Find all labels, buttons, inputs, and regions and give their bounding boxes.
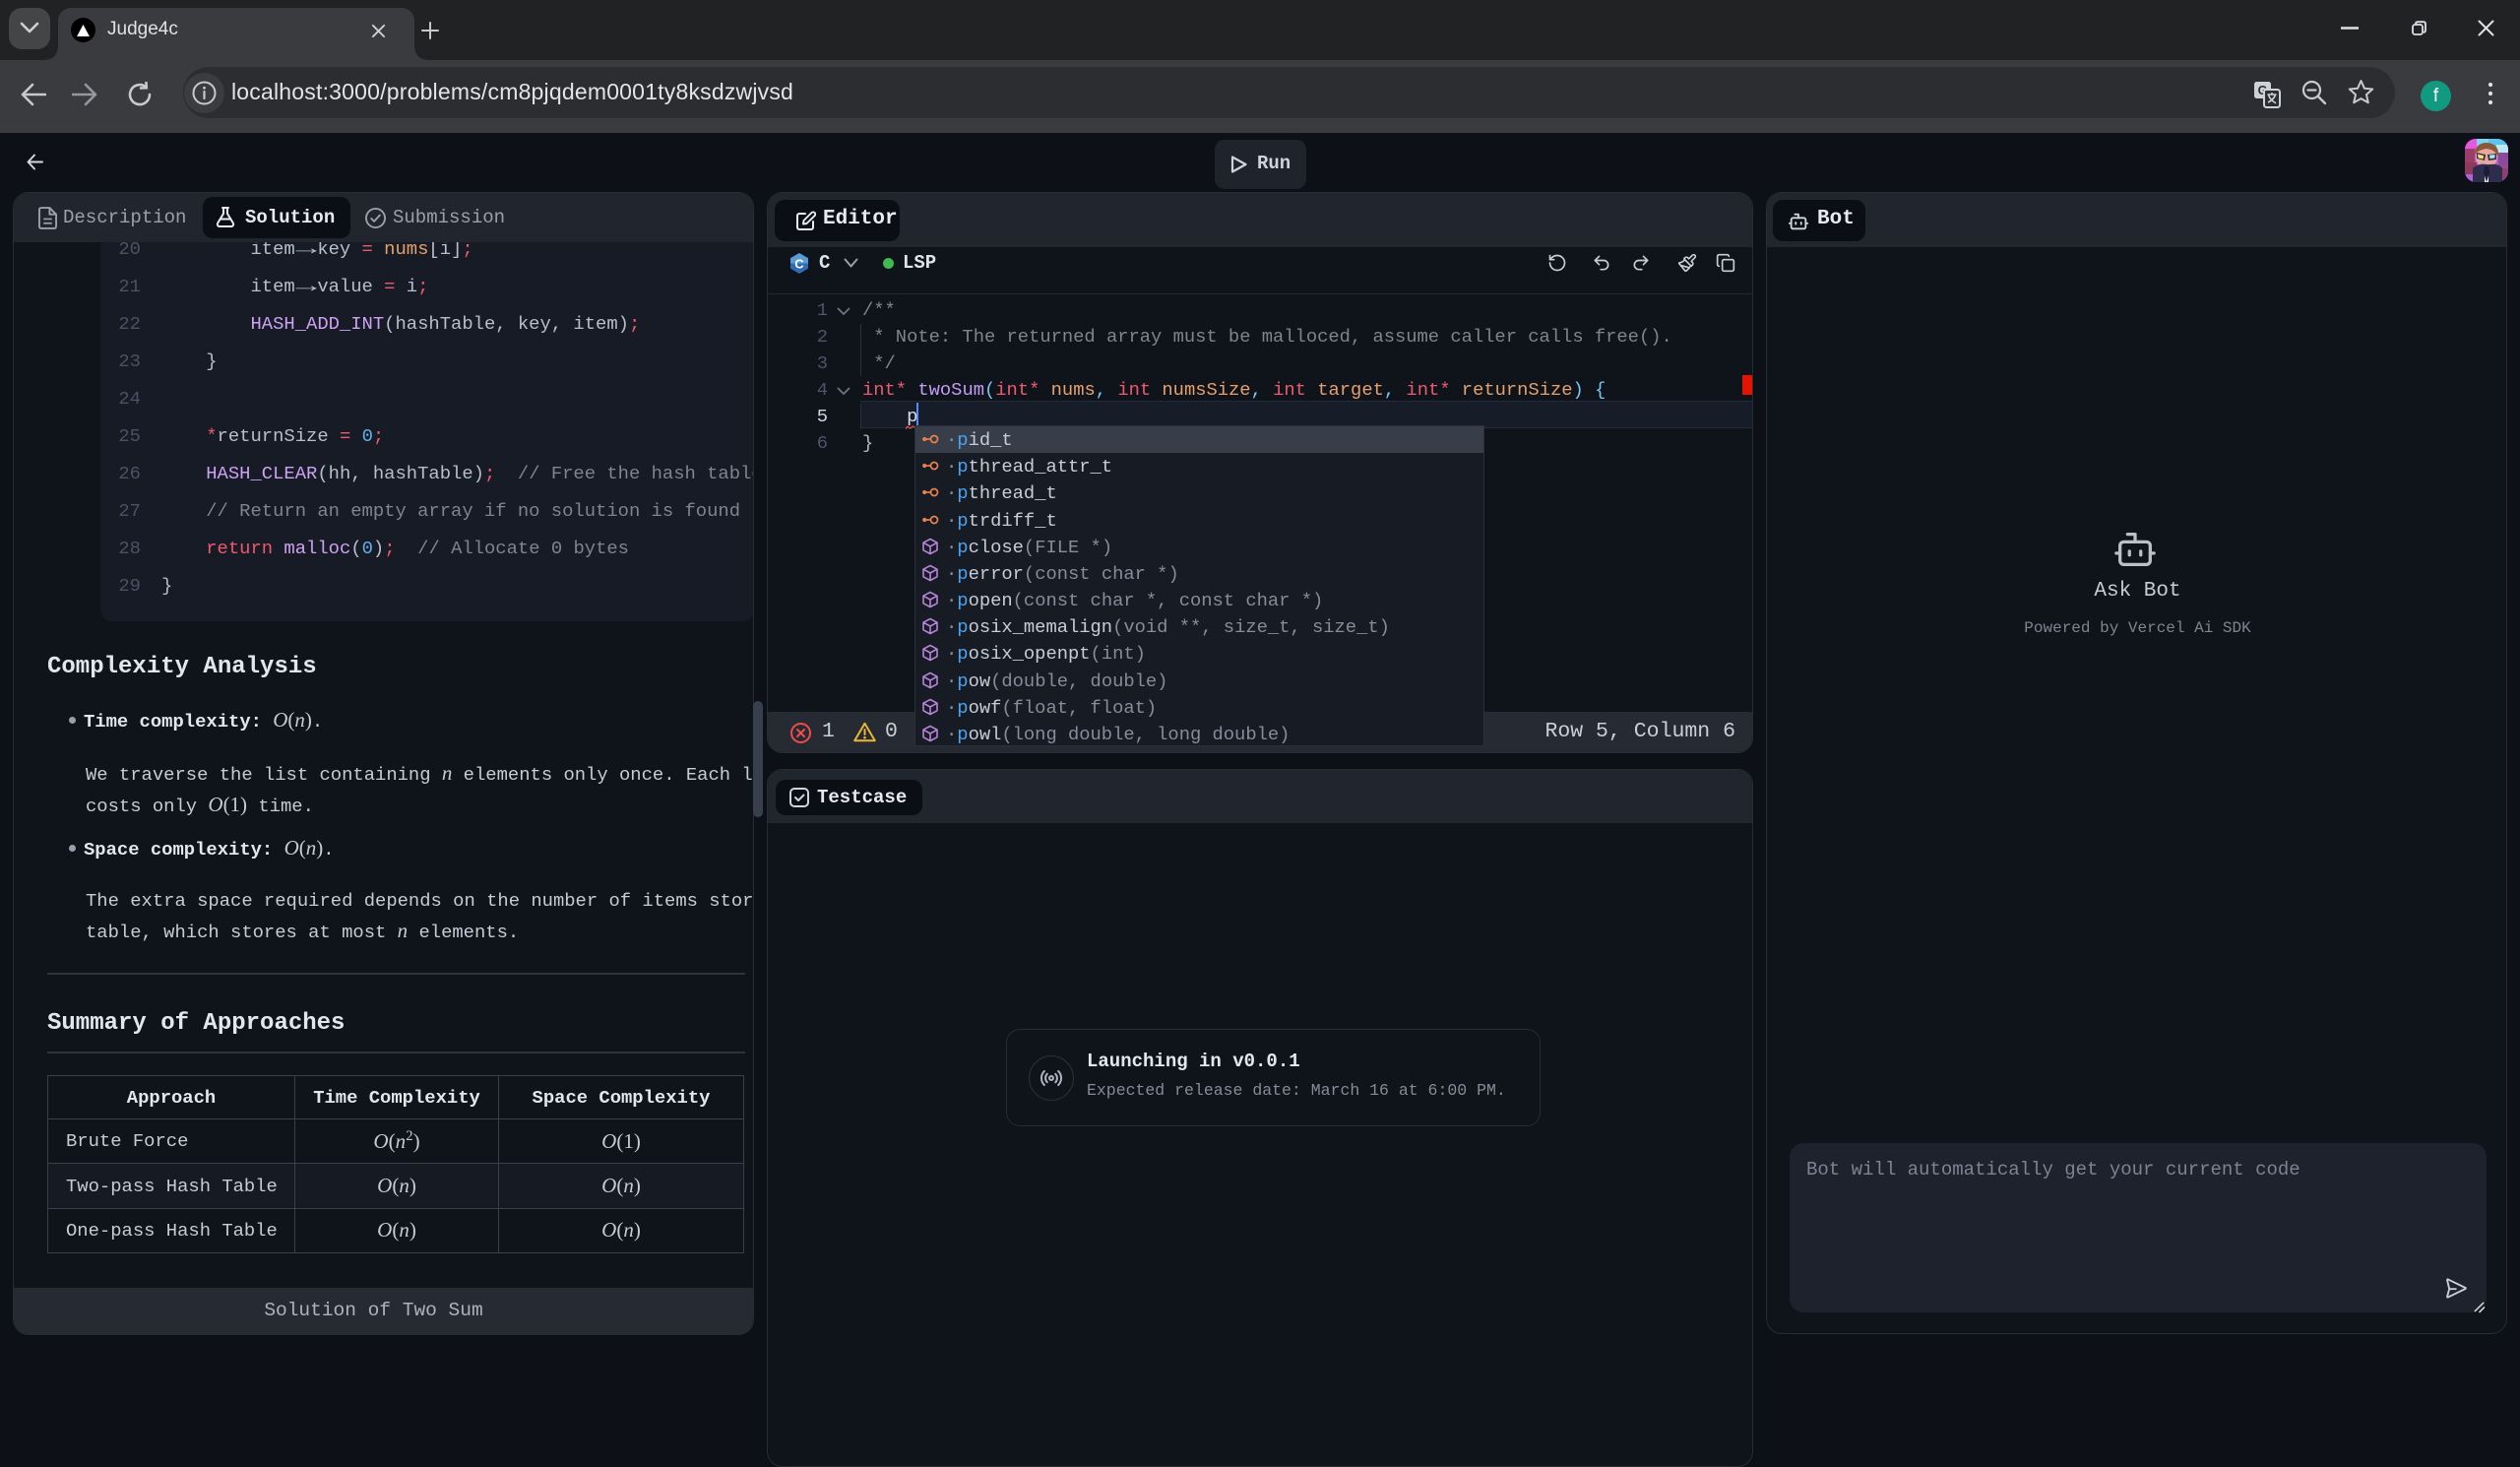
svg-text:C: C bbox=[794, 257, 804, 272]
